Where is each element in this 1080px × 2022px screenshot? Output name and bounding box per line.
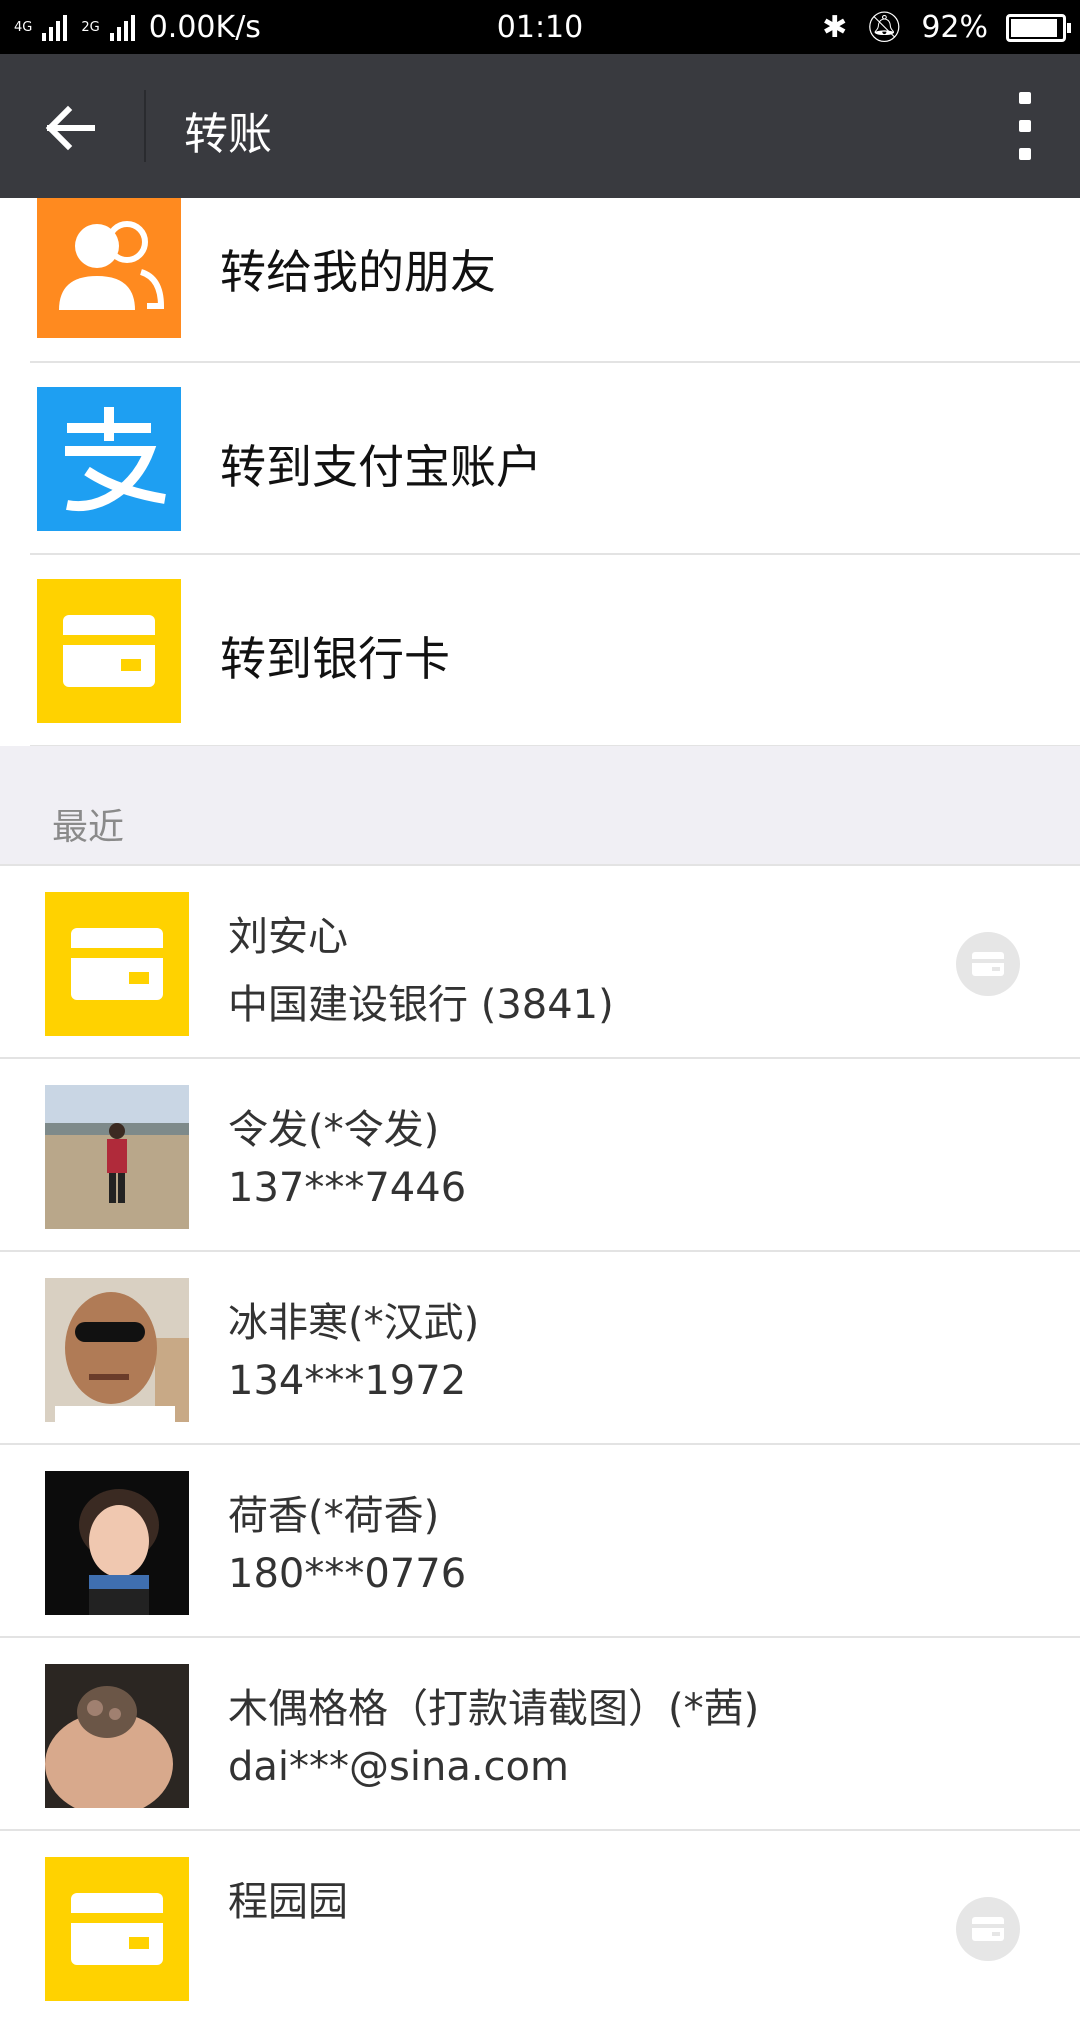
card-badge-icon [956,932,1020,996]
contact-detail: 137***7446 [228,1165,467,1211]
list-item[interactable]: 木偶格格（打款请截图）(*茜) dai***@sina.com [0,1636,1080,1829]
bluetooth-icon: ✱ [822,10,848,45]
avatar [45,1471,189,1615]
more-vert-icon[interactable] [1010,92,1040,160]
contact-detail: dai***@sina.com [228,1744,569,1790]
contact-detail: 中国建设银行 (3841) [228,982,614,1028]
contact-name: 程园园 [228,1879,348,1925]
contact-name: 木偶格格（打款请截图）(*茜) [228,1686,760,1732]
list-item[interactable]: 荷香(*荷香) 180***0776 [0,1443,1080,1636]
contact-name: 令发(*令发) [228,1107,440,1153]
alipay-icon [37,387,181,531]
recent-list: 刘安心 中国建设银行 (3841) 令发(*令发) 137***7446 冰非寒… [0,864,1080,2022]
list-item[interactable]: 令发(*令发) 137***7446 [0,1057,1080,1250]
recent-section-header: 最近 [0,746,1080,864]
contact-name: 冰非寒(*汉武) [228,1300,480,1346]
bank-card-icon [45,892,189,1036]
option-transfer-friend[interactable]: 转给我的朋友 [0,198,1080,363]
option-label: 转给我的朋友 [220,245,496,299]
contact-detail: 180***0776 [228,1551,467,1597]
battery-percent: 92% [921,10,988,45]
transfer-options: 转给我的朋友 转到支付宝账户 转到银行卡 [0,198,1080,747]
contact-detail: 134***1972 [228,1358,467,1404]
contact-name: 刘安心 [228,914,348,960]
avatar [45,1085,189,1229]
bell-muted-icon: 🔕︎ [865,10,904,45]
header-divider [144,90,146,162]
bank-card-icon [37,579,181,723]
contact-name: 荷香(*荷香) [228,1493,440,1539]
status-bar: 4G 2G 0.00K/s 01:10 ✱ 🔕︎ 92% [0,0,1080,54]
avatar [45,1664,189,1808]
section-title: 最近 [52,807,125,848]
app-header: 转账 [0,54,1080,198]
list-item[interactable]: 程园园 [0,1829,1080,2022]
page-title: 转账 [184,109,272,160]
option-label: 转到银行卡 [220,632,450,686]
friends-icon [37,198,181,338]
option-label: 转到支付宝账户 [220,440,542,494]
battery-icon [1006,13,1071,42]
avatar [45,1278,189,1422]
status-right: ✱ 🔕︎ 92% [822,10,1071,45]
back-arrow-icon[interactable] [40,98,100,158]
list-item[interactable]: 冰非寒(*汉武) 134***1972 [0,1250,1080,1443]
bank-card-icon [45,1857,189,2001]
option-transfer-alipay[interactable]: 转到支付宝账户 [0,363,1080,555]
option-transfer-bank-card[interactable]: 转到银行卡 [0,555,1080,747]
list-item[interactable]: 刘安心 中国建设银行 (3841) [0,864,1080,1057]
card-badge-icon [956,1897,1020,1961]
